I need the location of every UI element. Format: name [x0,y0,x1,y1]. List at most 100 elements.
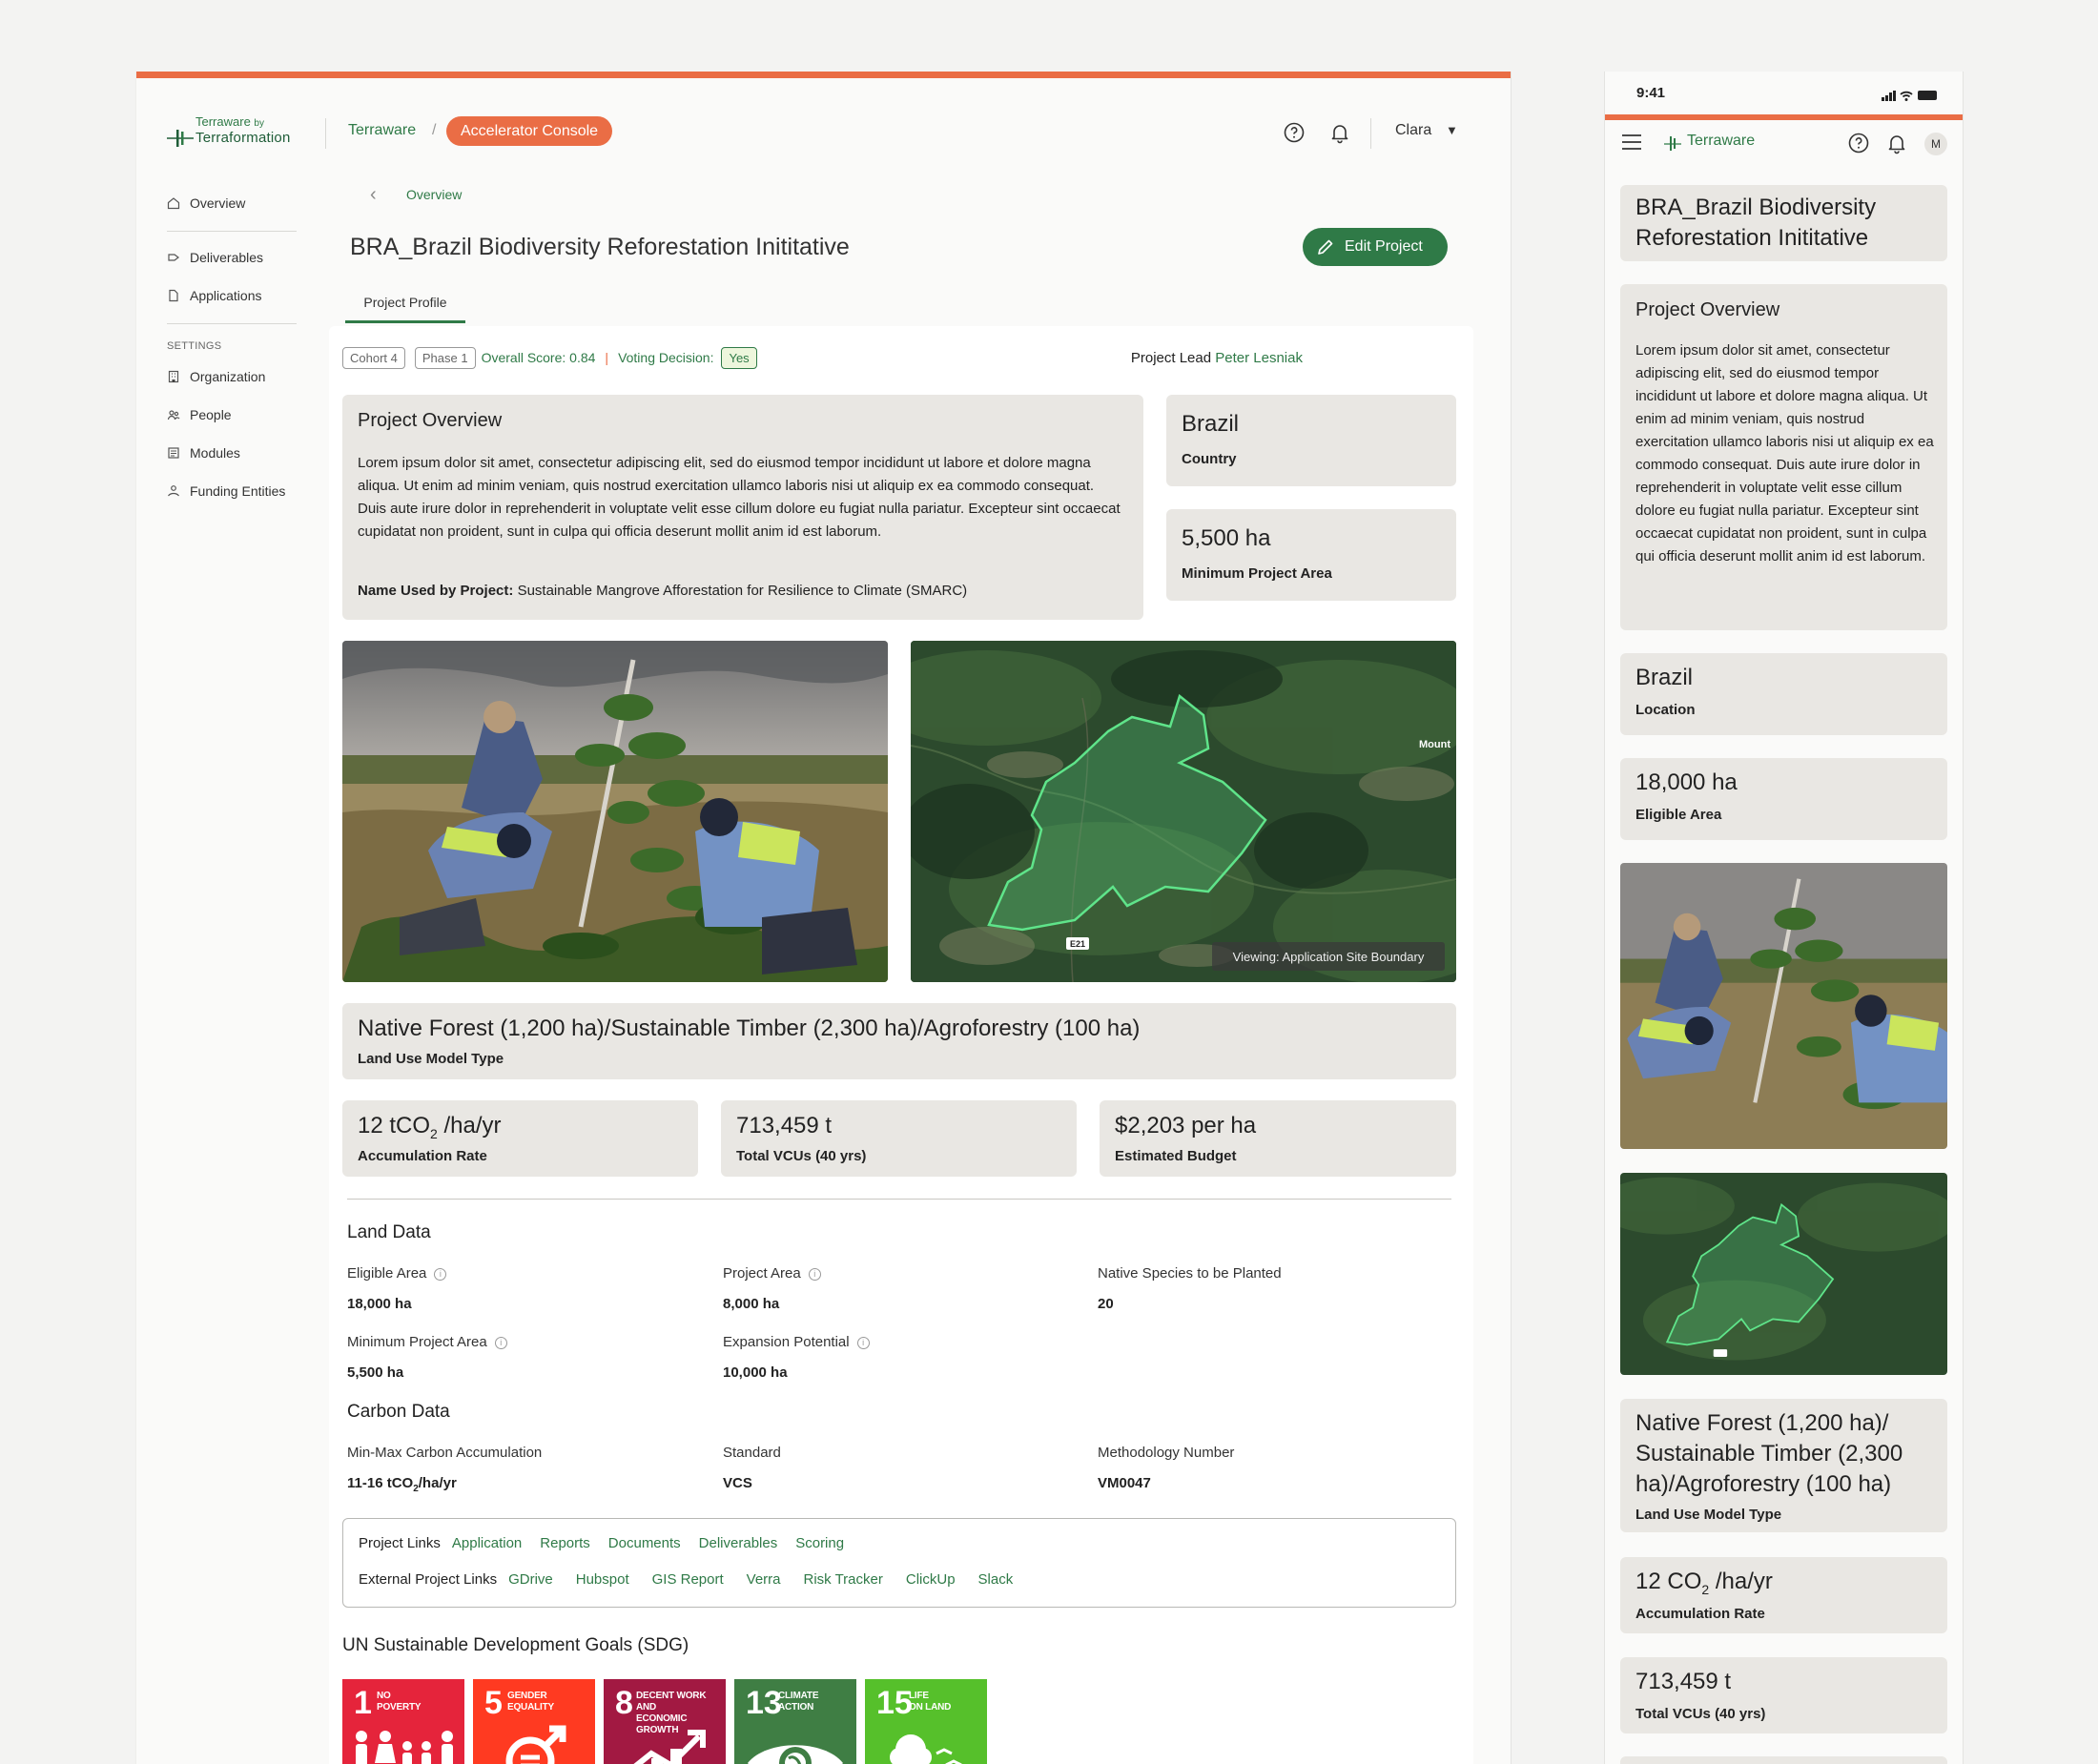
site-boundary-map [1620,1173,1947,1375]
project-links-row: Project Links Application Reports Docume… [359,1535,844,1551]
link-application[interactable]: Application [452,1535,522,1551]
sidebar-item-funding-entities[interactable]: Funding Entities [167,480,310,503]
breadcrumb-terraware-link[interactable]: Terraware [348,122,416,139]
mobile-vcus-card: 713,459 t Total VCUs (40 yrs) [1620,1657,1947,1733]
sidebar-item-organization[interactable]: Organization [167,365,310,388]
minimum-area-label: Minimum Project Area [1182,565,1332,582]
project-tags-row: Cohort 4 Phase 1 Overall Score: 0.84 | V… [342,345,757,370]
mobile-page-title: BRA_Brazil Biodiversity Reforestation In… [1635,195,1877,251]
sidebar-item-label: Organization [190,369,266,384]
estimated-budget-value: $2,203 per ha [1115,1113,1257,1138]
total-vcus-label: Total VCUs (40 yrs) [736,1148,867,1164]
terraware-logo-mark-icon [1664,136,1681,151]
sidebar-item-deliverables[interactable]: Deliverables [167,246,310,269]
bell-icon[interactable] [1328,121,1351,144]
sidebar-divider [167,231,297,232]
sdg-title-line2: ON LAND [909,1702,952,1713]
gender-equality-icon [505,1725,566,1764]
sdg-number: 5 [484,1685,503,1721]
bell-icon[interactable] [1885,132,1908,154]
poverty-family-icon [356,1731,453,1764]
sidebar-item-people[interactable]: People [167,403,310,426]
back-to-overview-link[interactable]: Overview [406,187,462,202]
mobile-accum-unit: /ha/yr [1709,1569,1773,1594]
link-clickup[interactable]: ClickUp [906,1571,956,1588]
sidebar-item-applications[interactable]: Applications [167,284,310,307]
edit-project-button[interactable]: Edit Project [1303,228,1448,266]
link-gdrive[interactable]: GDrive [508,1571,553,1588]
back-chevron-icon[interactable]: ‹ [370,184,377,206]
mobile-eligible-value: 18,000 ha [1635,769,1738,795]
mobile-frame: 9:41 Terraware M BRA_Brazil Biodiversity… [1605,72,1963,1764]
land-use-label: Land Use Model Type [358,1051,504,1067]
link-risk-tracker[interactable]: Risk Tracker [804,1571,883,1588]
mobile-accent-bar [1605,114,1963,120]
terraware-logo[interactable]: Terraware by Terraformation [167,114,310,153]
info-icon[interactable]: i [856,1337,870,1349]
sdg-title-line1: GENDER [507,1691,547,1701]
project-overview-heading: Project Overview [358,410,503,431]
field-workers-image [342,641,888,982]
accelerator-console-badge[interactable]: Accelerator Console [446,116,613,146]
mobile-title-card: BRA_Brazil Biodiversity Reforestation In… [1620,185,1947,261]
native-species-label: Native Species to be Planted [1098,1265,1282,1282]
mobile-brand[interactable]: Terraware [1687,133,1755,150]
status-bar-time: 9:41 [1636,85,1666,101]
overall-score: Overall Score: 0.84 [481,350,596,365]
co2-subscript: 2 [1701,1581,1710,1597]
project-site-map[interactable]: E21 Mount Viewing: Application Site Boun… [911,641,1456,982]
top-header: Terraware by Terraformation Terraware / … [136,78,1511,178]
road-label: E21 [1070,939,1085,949]
sidebar-item-overview[interactable]: Overview [167,192,310,215]
link-reports[interactable]: Reports [540,1535,590,1551]
country-box: Brazil Country [1166,395,1456,486]
user-menu-name[interactable]: Clara [1395,122,1431,139]
mobile-site-map[interactable] [1620,1173,1947,1375]
mobile-accum-card: 12 CO2 /ha/yr Accumulation Rate [1620,1557,1947,1633]
chevron-down-icon[interactable]: ▼ [1446,123,1458,137]
link-gis-report[interactable]: GIS Report [652,1571,724,1588]
climate-eye-icon [748,1745,843,1764]
total-vcus-value: 713,459 t [736,1113,833,1138]
terraware-logo-mark-icon [167,130,194,147]
project-lead: Project Lead Peter Lesniak [1131,350,1303,366]
sidebar-item-modules[interactable]: Modules [167,441,310,464]
link-deliverables[interactable]: Deliverables [699,1535,778,1551]
project-lead-link[interactable]: Peter Lesniak [1215,350,1303,366]
project-overview-box: Project Overview Lorem ipsum dolor sit a… [342,395,1143,620]
sidebar-item-label: Deliverables [190,250,264,265]
help-icon[interactable] [1283,121,1306,144]
avatar[interactable]: M [1924,133,1947,155]
deliverables-icon [168,254,179,261]
hamburger-menu-icon[interactable] [1621,133,1642,151]
sidebar-item-label: People [190,407,232,422]
sdg-number: 8 [615,1685,633,1721]
sdg-title-line2: EQUALITY [507,1702,554,1713]
methodology-number-label: Methodology Number [1098,1445,1235,1461]
tab-project-profile[interactable]: Project Profile [345,295,465,323]
modules-icon [168,447,179,459]
info-icon[interactable]: i [494,1337,507,1349]
external-links-row: External Project Links GDrive Hubspot GI… [359,1571,1013,1588]
mobile-location-value: Brazil [1635,665,1694,690]
link-verra[interactable]: Verra [747,1571,781,1588]
carbon-data-heading: Carbon Data [347,1402,450,1422]
carbon-accumulation-value: 11-16 tCO [347,1475,414,1491]
sdg-number: 1 [354,1685,372,1721]
link-documents[interactable]: Documents [608,1535,681,1551]
link-slack[interactable]: Slack [978,1571,1014,1588]
sdg-number: 13 [746,1685,782,1721]
link-scoring[interactable]: Scoring [795,1535,844,1551]
project-area-value: 8,000 ha [723,1296,780,1312]
sdg-title-line1: DECENT WORK AND [636,1691,707,1713]
land-data-heading: Land Data [347,1222,431,1242]
project-overview-body: Lorem ipsum dolor sit amet, consectetur … [358,455,1121,540]
info-icon[interactable]: i [434,1268,447,1281]
land-use-box: Native Forest (1,200 ha)/Sustainable Tim… [342,1003,1456,1079]
link-hubspot[interactable]: Hubspot [576,1571,629,1588]
help-icon[interactable] [1847,132,1870,154]
info-icon[interactable]: i [808,1268,821,1281]
project-area-label: Project Area [723,1265,801,1282]
sdg-tile-1: 1 NO POVERTY [342,1679,464,1764]
estimated-budget-box: $2,203 per ha Estimated Budget [1100,1100,1456,1177]
